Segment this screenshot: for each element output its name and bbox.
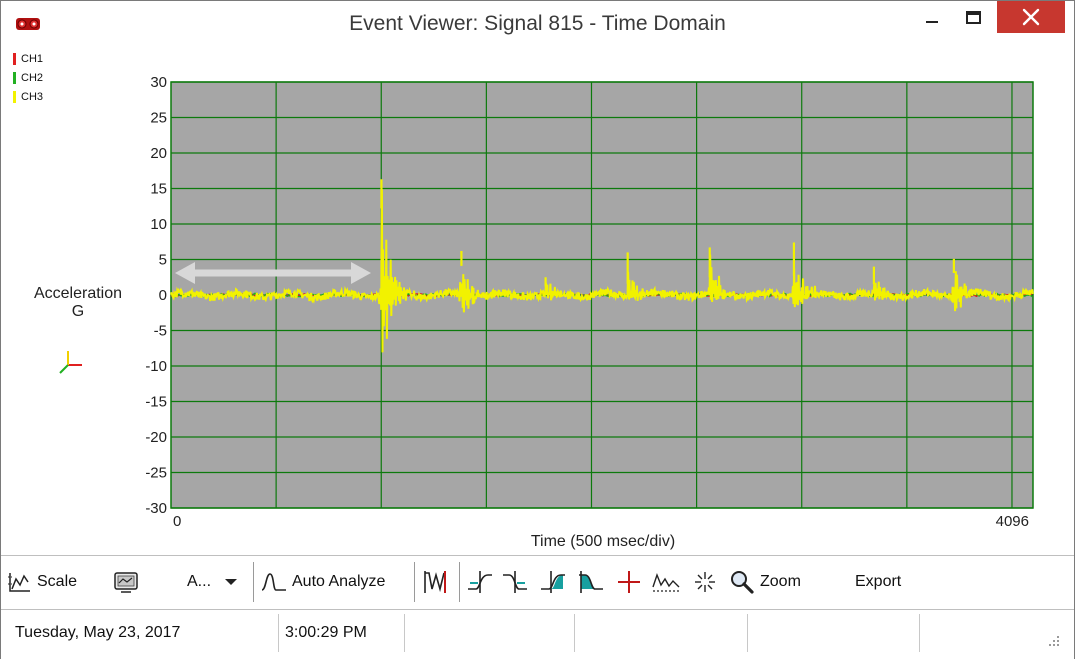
analysis-dropdown-label: A...: [187, 573, 212, 590]
title-bar: Event Viewer: Signal 815 - Time Domain: [1, 1, 1074, 47]
y-tick-label: -20: [145, 429, 167, 446]
auto-analyze-button[interactable]: Auto Analyze: [260, 568, 385, 596]
zoom-label: Zoom: [760, 573, 801, 590]
chart-panel: CH1 CH2 CH3 Acceleration G 30 25 20 15 10 5 0-…: [13, 47, 1063, 553]
event-viewer-window: Event Viewer: Signal 815 - Time Domain C…: [0, 0, 1075, 659]
status-date: Tuesday, May 23, 2017: [11, 614, 279, 652]
status-cell: [405, 614, 575, 652]
toolbar: Scale A... Auto Analyze Zoom Export: [1, 555, 1074, 608]
y-tick-label: -30: [145, 500, 167, 517]
spectrum-button[interactable]: [691, 568, 719, 596]
scale-icon: [8, 573, 30, 592]
pulse-button[interactable]: [421, 568, 449, 596]
x-axis-label: Time (500 msec/div): [530, 533, 676, 550]
fall-area-button[interactable]: [577, 568, 605, 596]
time-domain-chart[interactable]: 30 25 20 15 10 5 0 -5 -10 -15 -20 -25 -30 0 4096: [13, 47, 1063, 553]
status-time: 3:00:29 PM: [281, 614, 405, 652]
auto-analyze-label: Auto Analyze: [292, 573, 386, 590]
scale-label: Scale: [37, 573, 78, 590]
export-label: Export: [855, 573, 902, 590]
y-tick-label: -15: [145, 394, 167, 411]
rise-area-button[interactable]: [539, 568, 567, 596]
burst-icon: [695, 572, 715, 592]
rise-edge-button[interactable]: [466, 568, 494, 596]
toolbar-separator: [459, 562, 460, 602]
waveform-icon: [261, 573, 286, 591]
status-cell: [748, 614, 920, 652]
y-tick-label: 10: [150, 216, 167, 233]
y-tick-label: 0: [159, 287, 167, 304]
y-tick-label: 20: [150, 145, 167, 162]
magnifier-icon: [731, 571, 754, 594]
minimize-icon: [926, 21, 938, 23]
peaks-icon: [652, 572, 680, 592]
analysis-dropdown[interactable]: A...: [187, 568, 239, 596]
status-bar: Tuesday, May 23, 2017 3:00:29 PM: [1, 609, 1074, 659]
display-button[interactable]: [113, 568, 139, 596]
y-tick-label: 5: [159, 252, 167, 269]
scale-button[interactable]: Scale: [7, 568, 77, 596]
rising-edge-icon: [468, 571, 492, 593]
fall-edge-button[interactable]: [501, 568, 529, 596]
y-tick-label: -5: [154, 323, 167, 340]
zoom-button[interactable]: Zoom: [729, 568, 801, 596]
close-button[interactable]: [997, 1, 1065, 33]
status-cell: [575, 614, 748, 652]
toolbar-separator: [414, 562, 415, 602]
crosshair-icon: [618, 571, 640, 593]
fall-area-icon: [579, 571, 603, 593]
resize-grip-icon[interactable]: [1045, 632, 1061, 648]
y-tick-label: 30: [150, 74, 167, 91]
status-cell: [920, 614, 1040, 652]
cursor-button[interactable]: [615, 568, 643, 596]
y-tick-label: -10: [145, 358, 167, 375]
monitor-icon: [114, 572, 138, 593]
export-button[interactable]: Export: [855, 568, 901, 596]
toolbar-separator: [253, 562, 254, 602]
pulse-window-icon: [424, 571, 446, 593]
maximize-button[interactable]: [951, 1, 997, 37]
y-tick-label: 25: [150, 110, 167, 127]
falling-edge-icon: [503, 571, 527, 593]
y-tick-label: -25: [145, 465, 167, 482]
minimize-button[interactable]: [909, 1, 955, 37]
x-tick-label: 0: [173, 513, 181, 530]
x-tick-label: 4096: [996, 513, 1029, 530]
close-icon: [1022, 8, 1040, 26]
chevron-down-icon: [225, 579, 238, 585]
rise-area-icon: [541, 571, 565, 593]
peaks-button[interactable]: [651, 568, 681, 596]
y-tick-label: 15: [150, 181, 167, 198]
